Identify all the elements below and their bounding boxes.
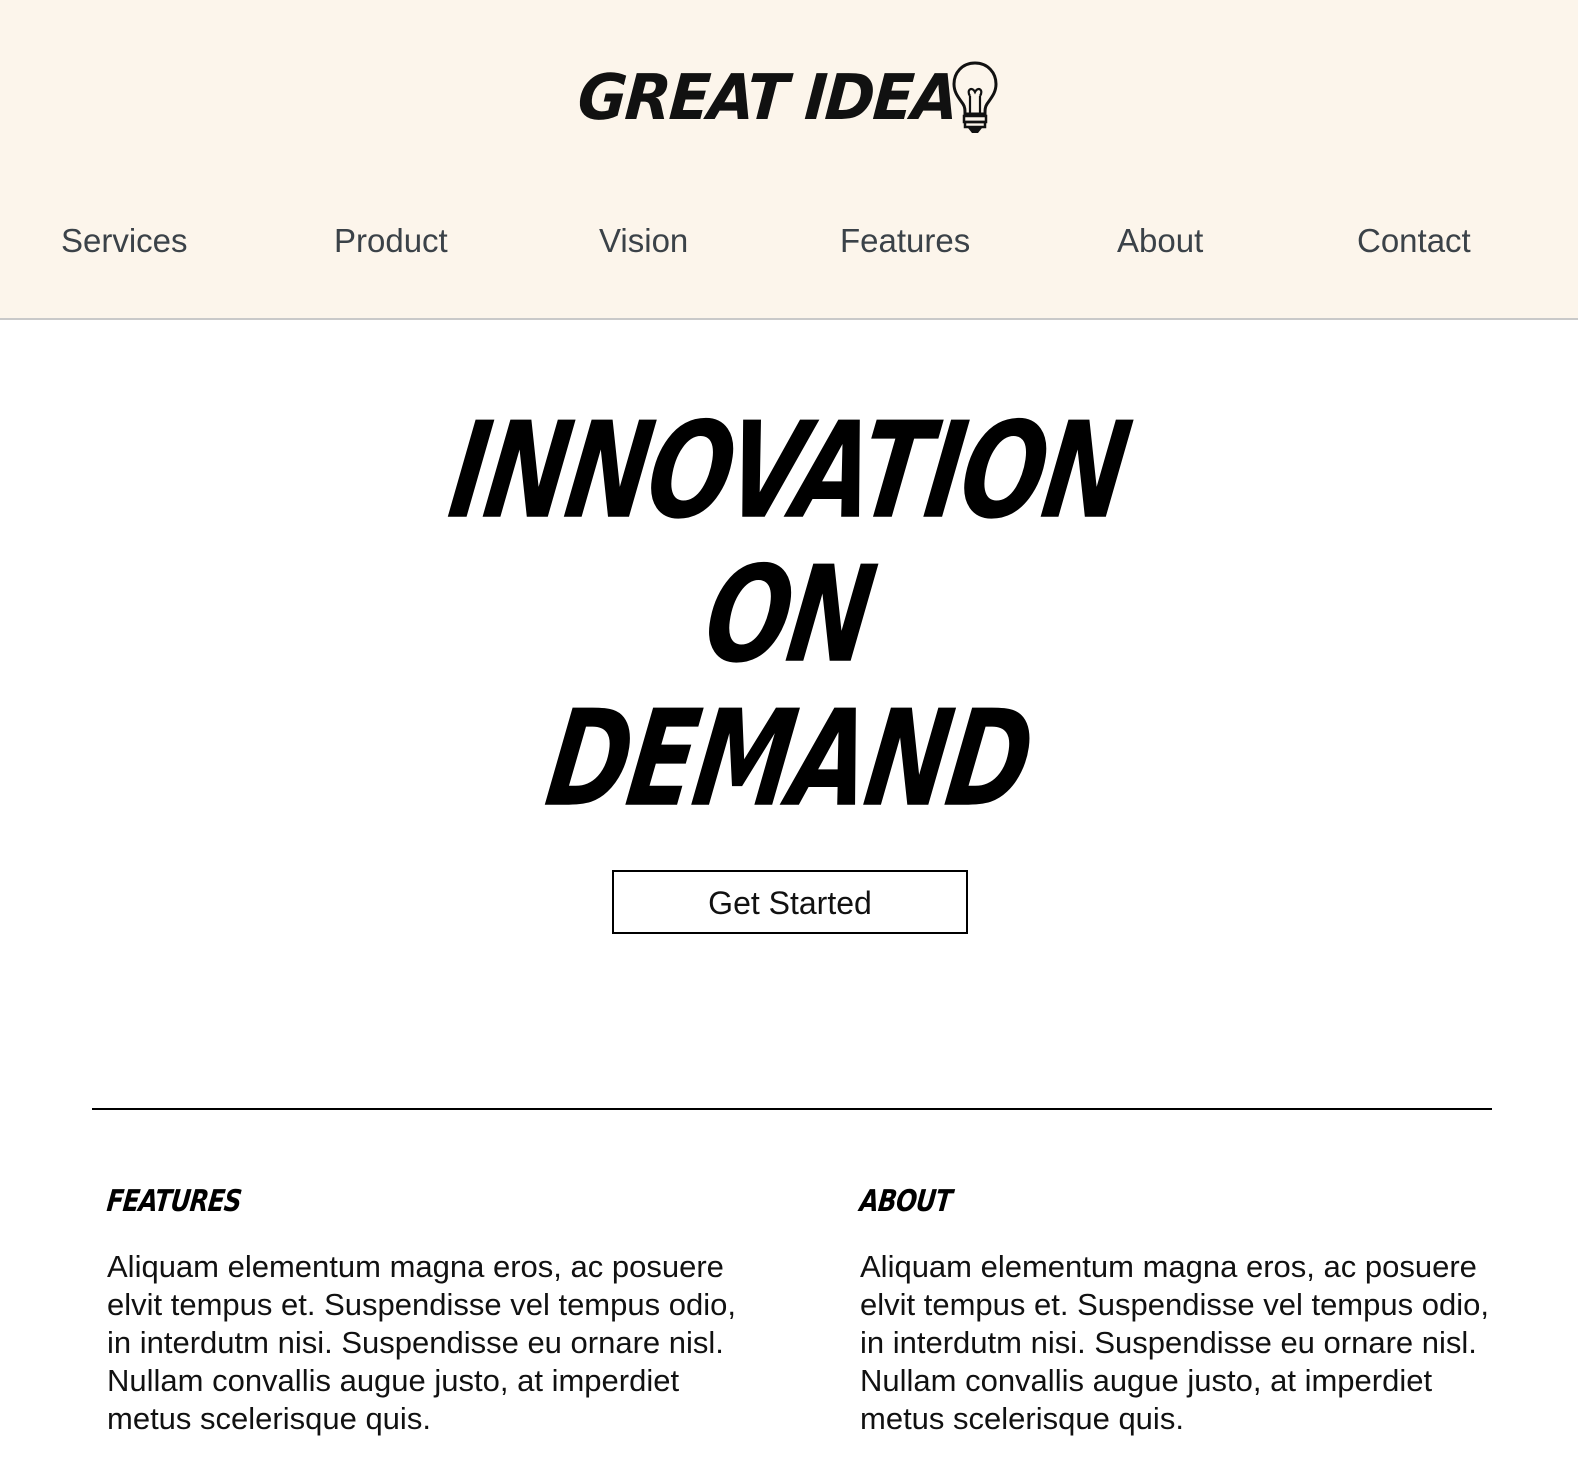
site-header: GREAT IDEA Services Product Vision Featu…: [0, 0, 1578, 320]
nav-item-features[interactable]: Features: [840, 216, 970, 266]
hero: INNOVATION ON DEMAND: [0, 394, 1578, 837]
nav-item-contact[interactable]: Contact: [1357, 216, 1471, 266]
nav-item-vision[interactable]: Vision: [599, 216, 688, 266]
logo-text: GREAT IDEA: [575, 61, 959, 135]
hero-title: INNOVATION ON DEMAND: [0, 394, 1578, 837]
hero-title-line: ON: [696, 538, 882, 693]
nav-item-services[interactable]: Services: [61, 216, 188, 266]
get-started-button[interactable]: Get Started: [612, 870, 968, 934]
section-divider: [92, 1108, 1492, 1110]
section-heading: FEATURES: [105, 1184, 243, 1219]
hero-title-line: DEMAND: [538, 682, 1041, 837]
section-body: Aliquam elementum magna eros, ac posuere…: [107, 1249, 736, 1436]
section-body: Aliquam elementum magna eros, ac posuere…: [860, 1249, 1489, 1436]
hero-title-line: INNOVATION: [441, 394, 1137, 549]
nav-item-about[interactable]: About: [1117, 216, 1203, 266]
nav-item-product[interactable]: Product: [334, 216, 448, 266]
main-nav: Services Product Vision Features About C…: [0, 216, 1578, 266]
logo[interactable]: GREAT IDEA: [0, 58, 1578, 138]
section-heading: ABOUT: [858, 1184, 954, 1219]
